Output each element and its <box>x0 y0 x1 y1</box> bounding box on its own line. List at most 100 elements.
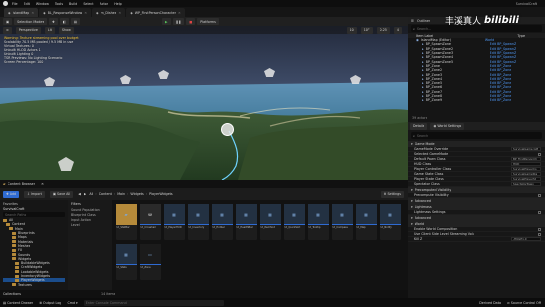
menu-item-tools[interactable]: Tools <box>55 2 63 6</box>
breadcrumb-item[interactable]: PlayerWidgets <box>149 192 173 196</box>
mode-select[interactable]: Selection Mode ▾ <box>14 18 48 25</box>
property-checkbox[interactable] <box>538 232 541 236</box>
menu-item-build[interactable]: Build <box>69 2 77 6</box>
close-icon[interactable]: ✕ <box>41 182 44 186</box>
viewport-stats: Warning: Texture streaming pool over bud… <box>4 36 204 64</box>
stop-button[interactable]: ■ <box>186 18 196 25</box>
cinematics-button[interactable]: ▤ <box>70 18 81 25</box>
back-icon[interactable]: ◀ <box>78 192 81 196</box>
document-tab[interactable]: ◈ WP_FirstPersonCharacter ✕ <box>126 8 185 17</box>
add-actor-button[interactable]: ✚ <box>49 18 58 25</box>
asset-tile[interactable]: ▦ UI_QuickSlot <box>283 204 305 240</box>
asset-tile[interactable]: ⛁ UI_Crosshair <box>139 204 161 240</box>
perspective-button[interactable]: Perspective <box>15 26 41 34</box>
breadcrumb-item[interactable]: Widgets <box>130 192 143 196</box>
property-checkbox[interactable] <box>538 210 541 214</box>
breadcrumb-item[interactable]: Main <box>117 192 125 196</box>
pause-button[interactable]: ❚❚ <box>172 18 185 25</box>
project-root[interactable]: SurvivalCraft <box>3 207 65 211</box>
property-value[interactable]: SurvivalPlayerSt <box>511 177 541 181</box>
show-button[interactable]: Show <box>58 26 74 34</box>
details-section-title: World <box>414 222 425 226</box>
close-icon[interactable]: ✕ <box>84 11 87 15</box>
camera-speed[interactable]: 4 <box>393 26 402 34</box>
blueprint-button[interactable]: ◧ <box>59 18 69 25</box>
property-value[interactable]: SurvivalGame GM <box>511 147 541 151</box>
filters-label[interactable]: Filters <box>71 202 109 206</box>
filter-item[interactable]: Blueprint Class <box>71 213 109 217</box>
output-log-button[interactable]: ≣ Output Log <box>39 301 61 305</box>
asset-tile[interactable]: ▦ UI_Hotbar <box>211 204 233 240</box>
asset-tile[interactable]: ▦ UI_Notify <box>379 204 401 240</box>
zone-marker[interactable] <box>221 123 234 136</box>
import-button[interactable]: ⇩ Import <box>24 190 45 198</box>
filter-item[interactable]: Level <box>71 223 109 227</box>
play-button[interactable]: ▶ <box>162 18 171 25</box>
grid-snap[interactable]: 10 <box>346 26 357 34</box>
property-checkbox[interactable] <box>538 152 541 156</box>
add-label: Add <box>9 192 17 196</box>
property-value[interactable]: HUD <box>511 162 541 166</box>
filter-item[interactable]: Input Action <box>71 218 109 222</box>
asset-tile[interactable]: ▦ UI_Inventory <box>187 204 209 240</box>
folder-tree-label: Textures <box>18 282 32 287</box>
menu-item-actor[interactable]: Actor <box>100 2 109 6</box>
document-tab[interactable]: ◈ BL_ResponseWindow ✕ <box>39 8 91 17</box>
asset-tile[interactable]: ▦ UI_Compass <box>331 204 353 240</box>
console-input[interactable]: Enter Console Command <box>83 299 224 306</box>
filter-item[interactable]: Sound Population <box>71 208 109 212</box>
asset-tile[interactable]: ▭ UI_Zone <box>139 244 161 280</box>
derived-data-button[interactable]: Derived Data <box>479 301 501 305</box>
menu-item-select[interactable]: Select <box>83 2 93 6</box>
asset-tile[interactable]: ▦ UI_PlayerHUD <box>163 204 185 240</box>
asset-tile[interactable]: ▦ UI_Stats <box>115 244 137 280</box>
scale-snap[interactable]: 0.25 <box>376 26 390 34</box>
add-button[interactable]: ✚ Add <box>3 190 20 198</box>
breadcrumb-item[interactable]: Content <box>99 192 112 196</box>
tab-world-settings[interactable]: ◉ World Settings <box>430 122 465 130</box>
outliner-search-placeholder: Search... <box>416 26 432 31</box>
source-control-button[interactable]: ⊘ Source Control Off <box>507 301 541 305</box>
document-tab[interactable]: ◈ IslandMap ✕ <box>4 8 39 17</box>
property-value[interactable]: -HUGE1.0 <box>511 237 541 241</box>
angle-snap[interactable]: 10° <box>360 26 373 34</box>
outliner-row[interactable]: ▸ BP_Zone9 Edit BP_Zone <box>408 98 545 102</box>
save-all-button[interactable]: ▣ Save All <box>49 190 74 198</box>
property-value[interactable]: SurvivalGameSta <box>511 172 541 176</box>
lit-button[interactable]: Lit <box>44 26 55 34</box>
tab-details[interactable]: Details <box>410 122 428 130</box>
search-paths[interactable]: Search Paths <box>3 212 65 217</box>
menu-item-window[interactable]: Window <box>36 2 49 6</box>
asset-tile[interactable]: ▦ UI_Tooltip <box>307 204 329 240</box>
folder-tree-item[interactable]: Textures <box>3 282 65 287</box>
favorites-header[interactable]: Favorites <box>3 202 65 206</box>
menu-item-edit[interactable]: Edit <box>24 2 30 6</box>
close-icon[interactable]: ✕ <box>31 11 34 15</box>
asset-tile[interactable]: ▦ UI_Map <box>355 204 377 240</box>
cmd-selector[interactable]: Cmd ▾ <box>67 301 77 305</box>
settings-button[interactable]: ⚙ Settings <box>380 190 404 198</box>
content-drawer-button[interactable]: ▤ Content Drawer <box>3 301 33 305</box>
property-checkbox[interactable] <box>538 227 541 231</box>
folder-icon <box>12 240 16 244</box>
asset-tile[interactable]: ▦ UI_HealthBar <box>235 204 257 240</box>
details-search[interactable]: ⌕ Search <box>411 132 542 139</box>
property-value[interactable]: BP_FirstPersonCh <box>511 157 541 161</box>
viewport-options-button[interactable]: ≡ <box>3 26 12 34</box>
menu-item-file[interactable]: File <box>12 2 18 6</box>
save-button[interactable]: ▣ <box>3 18 13 25</box>
menu-item-help[interactable]: Help <box>114 2 122 6</box>
property-value[interactable]: SpectatorPawn <box>511 182 541 186</box>
collections-label[interactable]: Collections <box>3 292 21 296</box>
platforms-button[interactable]: Platforms <box>197 18 219 25</box>
close-icon[interactable]: ✕ <box>118 11 121 15</box>
forward-icon[interactable]: ▶ <box>84 192 87 196</box>
close-icon[interactable]: ✕ <box>178 11 181 15</box>
property-value[interactable]: SurvivalPlayerCo <box>511 167 541 171</box>
property-checkbox[interactable] <box>538 193 541 197</box>
asset-tile[interactable]: ▦ UI_ItemSlot <box>259 204 281 240</box>
document-tab[interactable]: ◈ m_Dishes ✕ <box>92 8 126 17</box>
breadcrumb-item[interactable]: All <box>89 192 93 196</box>
asset-tile[interactable]: ▰ UI_StatBar <box>115 204 137 240</box>
folder-icon <box>6 222 10 226</box>
